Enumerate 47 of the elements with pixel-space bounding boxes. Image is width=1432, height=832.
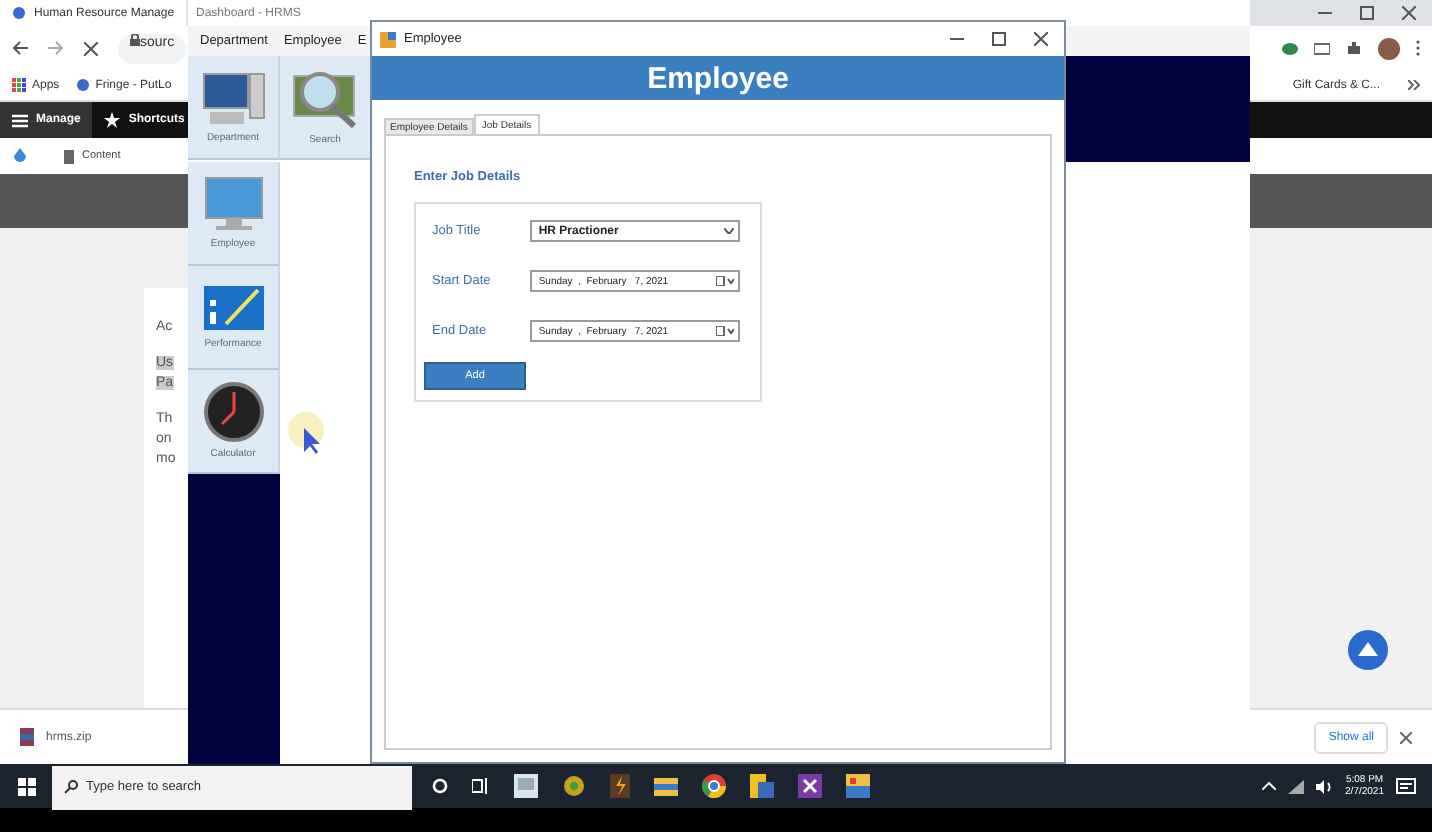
search-icon [64,779,78,793]
caret-icon [724,228,734,234]
scroll-top-icon[interactable] [1348,630,1388,670]
stop-icon[interactable] [84,41,98,55]
app-icon[interactable] [750,774,774,798]
task-view-icon[interactable] [472,778,490,794]
notification-icon[interactable] [1396,777,1416,795]
computer-icon [201,70,265,126]
back-icon[interactable] [12,40,28,56]
windows-logo-icon[interactable] [17,777,35,795]
chart-board-icon [201,284,265,332]
close-icon[interactable] [1400,731,1412,743]
document-icon [64,149,74,163]
menu-icon [12,113,28,127]
apps-grid-icon [12,78,26,92]
browser-icon[interactable] [702,774,726,798]
network-icon[interactable] [1287,779,1304,793]
app-icon[interactable] [798,774,822,798]
archive-icon [20,728,34,746]
chevron-up-icon[interactable] [1261,782,1276,790]
app-icon [380,31,396,47]
clock-icon [203,382,263,442]
folder-icon[interactable] [654,776,678,796]
globe-icon [75,78,90,92]
calendar-icon [716,276,734,286]
avatar[interactable] [1378,37,1400,59]
app-icon[interactable] [610,774,630,798]
magnifier-icon [291,68,359,128]
monitor-icon [203,176,263,232]
maximize-icon[interactable] [1360,6,1374,20]
minimize-icon[interactable] [950,32,964,46]
app-icon[interactable] [562,774,586,798]
lock-icon [130,33,140,45]
minimize-icon[interactable] [1318,6,1332,20]
maximize-icon[interactable] [992,32,1006,46]
globe-icon [12,6,26,20]
close-icon[interactable] [1034,32,1048,46]
speaker-icon[interactable] [1315,779,1334,793]
drop-icon[interactable] [12,148,28,164]
circle-icon[interactable] [432,778,448,794]
close-icon[interactable] [1402,6,1416,20]
chevron-icon[interactable] [1408,80,1420,90]
cursor-icon [288,412,328,456]
star-icon [104,112,121,128]
puzzle-icon[interactable] [1346,40,1362,56]
header-banner: Employee [372,56,1064,100]
calendar-icon [716,326,734,336]
